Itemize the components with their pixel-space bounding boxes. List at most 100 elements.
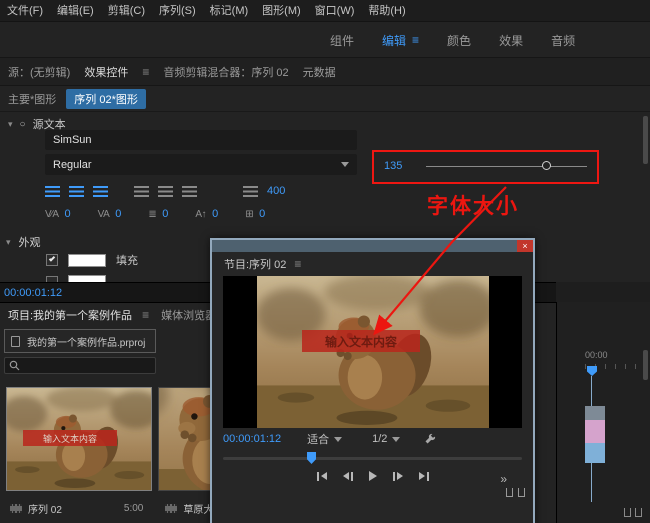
workspace-tab-audio[interactable]: 音频 xyxy=(551,32,575,49)
timeline-tool-icons xyxy=(624,508,642,517)
justify-last-left-icon[interactable] xyxy=(134,185,149,197)
tab-effect-controls[interactable]: 效果控件 xyxy=(84,64,128,80)
leading-icon: ≣ xyxy=(148,208,157,220)
annotation-highlight-rect: 135 xyxy=(372,150,599,184)
tab-project[interactable]: 项目:我的第一个案例作品 xyxy=(8,307,132,323)
justify-all-icon[interactable] xyxy=(182,185,197,197)
font-style-dropdown[interactable]: Regular xyxy=(45,154,357,175)
menu-marker[interactable]: 标记(M) xyxy=(203,0,256,22)
workspace-tab-assembly[interactable]: 组件 xyxy=(330,32,354,49)
panel-tab-strip: 源：(无剪辑) 效果控件 ≡ 音频剪辑混合器：序列 02 元数据 xyxy=(0,58,650,86)
tab-media-browser[interactable]: 媒体浏览器 xyxy=(161,307,216,323)
step-back-button[interactable] xyxy=(342,471,353,481)
timeline-clip-video[interactable] xyxy=(585,443,605,463)
appearance-label: 外观 xyxy=(18,237,41,249)
sequence-clip-selector[interactable]: 序列 02*图形 xyxy=(66,88,146,109)
project-file-row[interactable]: 我的第一个案例作品.prproj xyxy=(4,329,156,353)
tracking-value[interactable]: 0 xyxy=(115,208,121,220)
menu-file[interactable]: 文件(F) xyxy=(0,0,50,22)
baseline-shift-value[interactable]: 0 xyxy=(212,208,218,220)
leading-value[interactable]: 0 xyxy=(162,208,168,220)
title-overlay-text: 输入文本内容 xyxy=(23,430,117,446)
premiere-pro-window: 文件(F) 编辑(E) 剪辑(C) 序列(S) 标记(M) 图形(M) 窗口(W… xyxy=(0,0,650,523)
align-center-icon[interactable] xyxy=(69,185,84,197)
lift-icon[interactable] xyxy=(624,508,631,517)
master-clip-selector[interactable]: 主要*图形 xyxy=(8,91,56,107)
workspace-menu-icon[interactable]: ≡ xyxy=(412,33,419,47)
font-size-value[interactable]: 135 xyxy=(384,160,402,172)
selected-title-text[interactable]: 输入文本内容 xyxy=(302,330,420,352)
font-size-slider-track[interactable] xyxy=(426,166,587,167)
workspace-tab-color[interactable]: 颜色 xyxy=(447,32,471,49)
extract-icon[interactable] xyxy=(518,488,525,497)
tab-program-monitor[interactable]: 节目:序列 02 xyxy=(224,256,286,272)
tab-metadata[interactable]: 元数据 xyxy=(303,64,336,80)
step-forward-button[interactable] xyxy=(392,471,403,481)
go-to-in-button[interactable] xyxy=(316,471,327,481)
play-button[interactable] xyxy=(368,471,377,481)
monitor-scrubber-track[interactable] xyxy=(223,457,522,460)
timeline-scrollbar[interactable] xyxy=(643,350,648,380)
squirrel-video-frame xyxy=(257,276,489,428)
program-monitor-video[interactable]: 输入文本内容 xyxy=(223,276,522,428)
justify-last-center-icon[interactable] xyxy=(158,185,173,197)
workspace-tab-effects[interactable]: 效果 xyxy=(499,32,523,49)
clip-thumbnail-sequence-02[interactable]: 输入文本内容 xyxy=(6,387,152,491)
extract-icon[interactable] xyxy=(635,508,642,517)
align-right-icon[interactable] xyxy=(93,185,108,197)
settings-wrench-icon[interactable] xyxy=(424,433,436,445)
timeline-clip-adjustment[interactable] xyxy=(585,406,605,420)
dropdown-chevron-icon xyxy=(334,436,343,442)
playhead-marker[interactable] xyxy=(587,366,597,376)
menu-help[interactable]: 帮助(H) xyxy=(361,0,412,22)
baseline-shift-icon: A↑ xyxy=(195,208,207,220)
proportional-spacing-value[interactable]: 0 xyxy=(259,208,265,220)
menu-sequence[interactable]: 序列(S) xyxy=(152,0,203,22)
tracking-icon: VA xyxy=(97,208,110,220)
project-file-name: 我的第一个案例作品.prproj xyxy=(27,337,146,349)
proportional-spacing-icon: ⊞ xyxy=(245,208,254,220)
effect-controls-scrollbar[interactable] xyxy=(643,116,648,276)
stroke-color-swatch[interactable] xyxy=(68,275,106,282)
menu-window[interactable]: 窗口(W) xyxy=(308,0,362,22)
more-buttons-icon[interactable]: » xyxy=(500,472,507,486)
zoom-level-dropdown[interactable]: 适合 xyxy=(307,431,343,447)
playback-resolution-dropdown[interactable]: 1/2 xyxy=(372,433,401,445)
program-timecode[interactable]: 00:00:01:12 xyxy=(223,433,281,445)
font-weight-icon[interactable] xyxy=(243,185,258,197)
font-family-dropdown[interactable]: SimSun xyxy=(45,130,357,150)
toggle-animation-icon[interactable]: ○ xyxy=(20,119,26,130)
menu-graphics[interactable]: 图形(M) xyxy=(255,0,308,22)
timeline-panel: 00:00 xyxy=(556,302,650,523)
disclosure-triangle-icon[interactable]: ▾ xyxy=(6,237,11,248)
tab-audio-clip-mixer[interactable]: 音频剪辑混合器：序列 02 xyxy=(163,64,288,80)
fill-label: 填充 xyxy=(116,255,138,267)
workspace-tab-editing[interactable]: 编辑 ≡ xyxy=(382,32,419,49)
font-weight-value[interactable]: 400 xyxy=(267,185,285,197)
window-titlebar[interactable]: × xyxy=(212,240,533,252)
program-monitor-menu-icon[interactable]: ≡ xyxy=(294,257,301,271)
timeline-ruler-label: 00:00 xyxy=(585,350,608,360)
search-input[interactable] xyxy=(4,357,156,374)
effect-controls-timecode[interactable]: 00:00:01:12 xyxy=(4,287,62,299)
menu-clip[interactable]: 剪辑(C) xyxy=(101,0,152,22)
monitor-scrubber-handle[interactable] xyxy=(307,452,316,464)
monitor-edit-icons xyxy=(506,488,525,497)
lift-icon[interactable] xyxy=(506,488,513,497)
kerning-value[interactable]: 0 xyxy=(65,208,71,220)
fill-checkbox[interactable] xyxy=(46,254,58,266)
font-size-slider-handle[interactable] xyxy=(542,161,551,170)
text-spacing-toolbar: V∕A 0 VA 0 ≣ 0 A↑ 0 ⊞ 0 xyxy=(45,208,265,220)
project-panel-menu-icon[interactable]: ≡ xyxy=(142,308,149,322)
disclosure-triangle-icon[interactable]: ▾ xyxy=(8,119,13,130)
align-left-icon[interactable] xyxy=(45,185,60,197)
fill-color-swatch[interactable] xyxy=(68,253,106,267)
panel-menu-icon[interactable]: ≡ xyxy=(142,65,149,79)
tab-source-monitor[interactable]: 源：(无剪辑) xyxy=(8,64,70,80)
close-icon[interactable]: × xyxy=(517,240,533,252)
go-to-out-button[interactable] xyxy=(418,471,429,481)
clip-name[interactable]: 草原大 xyxy=(183,501,213,516)
clip-name[interactable]: 序列 02 xyxy=(28,501,62,516)
timeline-clip-graphic[interactable] xyxy=(585,420,605,443)
menu-edit[interactable]: 编辑(E) xyxy=(50,0,101,22)
